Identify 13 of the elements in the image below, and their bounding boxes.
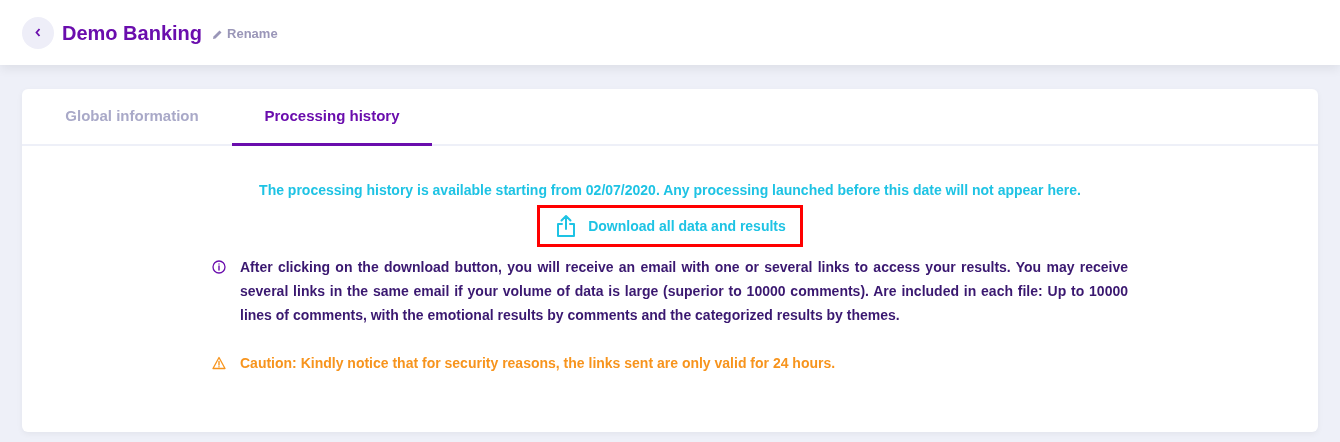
rename-button[interactable]: Rename xyxy=(212,24,278,44)
page-title: Demo Banking xyxy=(62,20,203,45)
info-icon xyxy=(212,260,226,274)
back-icon xyxy=(35,28,41,37)
warning-icon xyxy=(212,356,226,370)
back-button[interactable] xyxy=(22,16,54,49)
availability-notice: The processing history is available starting from 02/07/2020. Any processing launched before this date will not appear here. xyxy=(258,181,1082,200)
pencil-icon xyxy=(212,28,224,40)
info-note: After clicking on the download button, you will receive an email with one or several links to access your results. You may receive several links in the same email if your volume of data is large (superior to 10000 comments). Are included in each file: Up to 10000 lines of comments, with the emotional results by comments and the categorized results by themes. xyxy=(240,258,1128,325)
download-button[interactable]: Download all data and results xyxy=(554,214,786,238)
warning-note: Caution: Kindly notice that for security reasons, the links sent are only valid for 24 hours. xyxy=(240,354,836,373)
tab[interactable]: Global information xyxy=(32,89,232,146)
tab[interactable]: Processing history xyxy=(232,89,432,146)
